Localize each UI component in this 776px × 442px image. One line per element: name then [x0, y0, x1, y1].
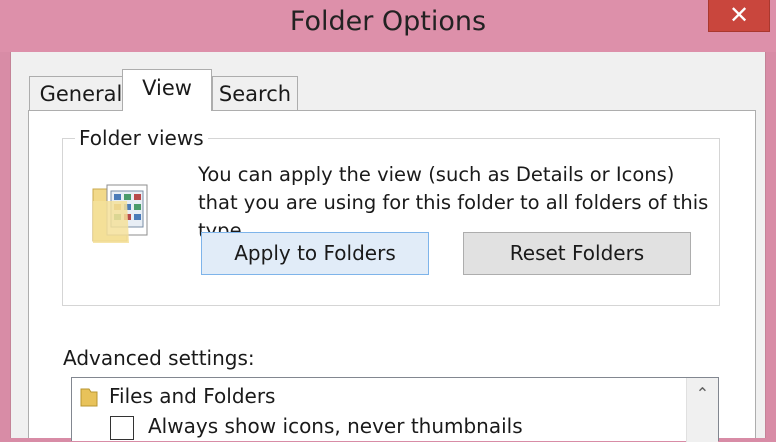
view-tab-panel: Folder views You can apply the view (suc…: [28, 110, 756, 442]
close-button[interactable]: ✕: [708, 0, 770, 32]
tab-search[interactable]: Search: [212, 76, 298, 110]
scroll-up-icon[interactable]: ⌃: [687, 378, 718, 410]
vertical-scrollbar[interactable]: ⌃: [686, 378, 718, 442]
reset-folders-button[interactable]: Reset Folders: [463, 232, 691, 275]
advanced-settings-label: Advanced settings:: [63, 346, 255, 370]
dialog-client-area: General View Search Folder views You can…: [10, 52, 766, 442]
window-title: Folder Options: [289, 6, 487, 37]
apply-to-folders-button[interactable]: Apply to Folders: [201, 232, 429, 275]
folder-view-icon: [92, 184, 148, 243]
tab-view[interactable]: View: [122, 69, 212, 111]
folder-views-group: Folder views You can apply the view (suc…: [62, 126, 720, 306]
always-show-icons-checkbox[interactable]: [110, 416, 134, 440]
folder-icon: [80, 388, 98, 407]
advanced-settings-list[interactable]: Files and Folders Always show icons, nev…: [71, 377, 719, 442]
tab-general[interactable]: General: [29, 76, 133, 110]
close-icon: ✕: [728, 1, 750, 29]
title-bar: Folder Options ✕: [0, 0, 776, 52]
folder-views-legend: Folder views: [75, 126, 208, 150]
always-show-icons-label[interactable]: Always show icons, never thumbnails: [148, 414, 523, 438]
files-and-folders-label: Files and Folders: [109, 384, 276, 408]
